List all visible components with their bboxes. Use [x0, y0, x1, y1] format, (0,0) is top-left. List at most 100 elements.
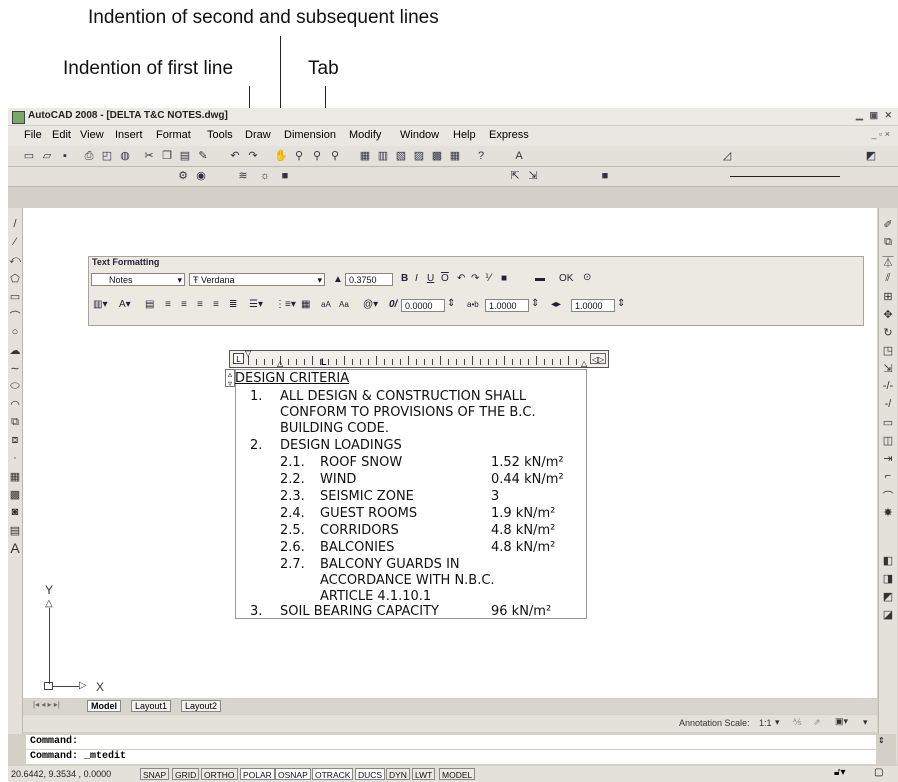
tab-model[interactable]: Model — [87, 700, 121, 712]
ortho-toggle[interactable]: ORTHO — [201, 768, 238, 780]
zoom-previous-icon[interactable]: ⚲ — [328, 149, 342, 163]
menu-dimension[interactable]: Dimension — [284, 129, 336, 141]
right-margin-marker[interactable]: △ — [581, 359, 587, 368]
width-factor-icon[interactable]: ◂▸ — [551, 299, 561, 310]
columns-icon[interactable]: ▥▾ — [93, 299, 107, 310]
pan-icon[interactable]: ✋ — [274, 149, 288, 163]
oblique-angle-icon[interactable]: 0/ — [389, 299, 397, 310]
insert-block-icon[interactable]: ⧉ — [9, 416, 21, 429]
window-controls[interactable]: ▁ ▣ ✕ — [856, 110, 894, 121]
annotative-icon[interactable]: ▲ — [333, 274, 343, 285]
tablestyle-icon[interactable]: ◩ — [864, 149, 878, 163]
dimstyle-icon[interactable]: ◿ — [720, 149, 734, 163]
join-icon[interactable]: ⇥ — [882, 452, 894, 465]
menu-modify[interactable]: Modify — [349, 129, 381, 141]
sheetset-icon[interactable]: ▨ — [412, 149, 426, 163]
layer-manager-icon[interactable]: ≋ — [236, 169, 250, 183]
point-icon[interactable]: · — [9, 452, 21, 464]
designcenter-icon[interactable]: ▥ — [376, 149, 390, 163]
stack-icon[interactable]: ⅟ — [485, 273, 491, 284]
insert-field-icon[interactable]: ▦ — [301, 299, 310, 310]
lowercase-icon[interactable]: Aa — [339, 300, 349, 309]
model-toggle[interactable]: MODEL — [439, 768, 476, 780]
ruler-toggle-icon[interactable]: ▬ — [535, 273, 545, 284]
preview-icon[interactable]: ◰ — [100, 149, 114, 163]
workspace-switch-icon[interactable]: ▣▾ — [835, 716, 848, 727]
revcloud-icon[interactable]: ☁ — [9, 344, 21, 357]
coordinate-display[interactable]: 20.6442, 9.3534 , 0.0000 — [11, 769, 111, 779]
scale-icon[interactable]: ◳ — [882, 344, 894, 357]
explode-icon[interactable]: ✸ — [882, 506, 894, 519]
paste-icon[interactable]: ▤ — [178, 149, 192, 163]
break-icon[interactable]: ◫ — [882, 434, 894, 447]
doc-window-controls[interactable]: _ ▫ × — [872, 129, 890, 139]
polyline-icon[interactable]: ⤺ — [9, 254, 21, 267]
zoom-realtime-icon[interactable]: ⚲ — [292, 149, 306, 163]
open-icon[interactable]: ▱ — [40, 149, 54, 163]
paragraph-icon[interactable]: ▤ — [145, 299, 154, 310]
polygon-icon[interactable]: ⬠ — [9, 272, 21, 285]
fillet-icon[interactable]: ⌒ — [882, 488, 894, 504]
menu-format[interactable]: Format — [156, 129, 191, 141]
undo-icon[interactable]: ↶ — [228, 149, 242, 163]
menu-view[interactable]: View — [80, 129, 104, 141]
tray-menu-icon[interactable]: ▾ — [863, 717, 868, 728]
layer-previous-icon[interactable]: ⇲ — [526, 169, 540, 183]
new-icon[interactable]: ▭ — [22, 149, 36, 163]
save-icon[interactable]: ▪ — [58, 149, 72, 163]
draworder-icon[interactable]: ◧ — [882, 554, 894, 567]
color-control-icon[interactable]: ■ — [598, 169, 612, 183]
align-center-icon[interactable]: ≡ — [181, 299, 187, 310]
help-icon[interactable]: ? — [474, 149, 488, 163]
break-at-point-icon[interactable]: ▭ — [882, 416, 894, 429]
grid-toggle[interactable]: GRID — [172, 768, 200, 780]
mtext-width-handle[interactable]: ◁▷ — [590, 353, 606, 364]
menu-tools[interactable]: Tools — [207, 129, 233, 141]
gradient-icon[interactable]: ▩ — [9, 488, 21, 501]
undo-icon[interactable]: ↶ — [457, 273, 465, 284]
toolpalettes-icon[interactable]: ▧ — [394, 149, 408, 163]
textstyle-icon[interactable]: A — [512, 149, 526, 163]
tab-layout1[interactable]: Layout1 — [131, 700, 172, 712]
text-height-field[interactable]: 0.3750 — [345, 273, 393, 286]
options-icon[interactable]: ⊙ — [583, 272, 591, 283]
tab-stop-marker[interactable]: L — [321, 357, 327, 367]
table-icon[interactable]: ▤ — [9, 524, 21, 537]
spinner-icon[interactable]: ⇕ — [531, 298, 539, 309]
region-icon[interactable]: ◙ — [9, 506, 21, 518]
menu-window[interactable]: Window — [400, 129, 439, 141]
make-block-icon[interactable]: ⧈ — [9, 434, 21, 447]
rectangle-icon[interactable]: ▭ — [9, 290, 21, 303]
mtext-height-handle[interactable]: ▵ ▿ — [225, 369, 235, 388]
lwt-toggle[interactable]: LWT — [412, 768, 436, 780]
properties-icon[interactable]: ▦ — [358, 149, 372, 163]
bold-button[interactable]: B — [401, 273, 408, 284]
menu-file[interactable]: File — [24, 129, 42, 141]
workspace-settings-icon[interactable]: ◉ — [194, 169, 208, 183]
menu-edit[interactable]: Edit — [52, 129, 71, 141]
stretch-icon[interactable]: ⇲ — [882, 362, 894, 375]
workspace-icon[interactable]: ⚙ — [176, 169, 190, 183]
spline-icon[interactable]: ∼ — [9, 362, 21, 375]
spinner-icon[interactable]: ⇕ — [447, 298, 455, 309]
ducs-toggle[interactable]: DUCS — [355, 768, 386, 780]
mtext-justification-icon[interactable]: A▾ — [119, 299, 131, 310]
italic-button[interactable]: I — [415, 273, 418, 284]
erase-icon[interactable]: ✐ — [882, 218, 894, 231]
underline-button[interactable]: U — [427, 273, 434, 284]
otrack-toggle[interactable]: OTRACK — [312, 768, 354, 780]
spinner-icon[interactable]: ⇕ — [617, 298, 625, 309]
line-spacing-icon[interactable]: ☰▾ — [249, 299, 263, 310]
clean-screen-icon[interactable]: ▢ — [874, 767, 883, 778]
lineweight-control[interactable] — [730, 176, 840, 177]
calculator-icon[interactable]: ▦ — [448, 149, 462, 163]
align-right-icon[interactable]: ≡ — [197, 299, 203, 310]
offset-icon[interactable]: ⫽ — [882, 272, 894, 285]
matchprop-icon[interactable]: ✎ — [196, 149, 210, 163]
rotate-icon[interactable]: ↻ — [882, 326, 894, 339]
align-left-icon[interactable]: ≡ — [165, 299, 171, 310]
layer-state-icon[interactable]: ☼ — [258, 169, 272, 183]
mirror-icon[interactable]: ⏄ — [882, 254, 894, 270]
uppercase-icon[interactable]: aA — [321, 300, 331, 309]
construction-line-icon[interactable]: ⁄ — [9, 236, 21, 248]
